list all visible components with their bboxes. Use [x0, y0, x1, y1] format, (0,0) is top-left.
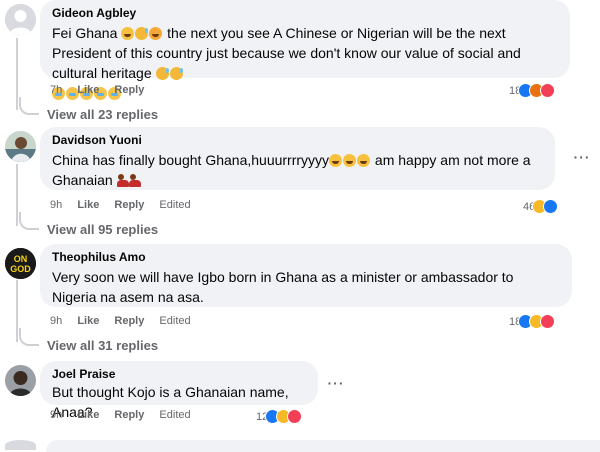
thread-line	[16, 38, 18, 110]
more-options-button[interactable]: ···	[326, 375, 346, 391]
view-replies-link[interactable]: View all 31 replies	[19, 328, 159, 353]
edited-label: Edited	[159, 409, 191, 421]
reaction-summary[interactable]: 18	[509, 83, 556, 98]
thread-corner	[19, 97, 39, 115]
comment-actions: 9h Like Reply Edited	[50, 315, 203, 327]
reply-button[interactable]: Reply	[114, 315, 144, 327]
reaction-summary[interactable]: 18	[509, 314, 556, 329]
grinning-emoji-icon	[357, 154, 371, 167]
love-icon	[540, 83, 556, 98]
sweat-emoji-icon	[135, 27, 149, 40]
avatar[interactable]	[5, 131, 36, 162]
comment-author[interactable]: Davidson Yuoni	[52, 133, 543, 147]
on-god-avatar-icon: ON GOD	[5, 248, 36, 279]
thread-line	[16, 164, 18, 226]
comment-text-part: Fei Ghana	[52, 25, 118, 41]
comment-text: China has finally bought Ghana,huuurrrry…	[52, 150, 543, 190]
comment-author[interactable]: Joel Praise	[52, 367, 306, 381]
like-icon	[543, 199, 559, 214]
view-replies-link[interactable]: View all 23 replies	[19, 97, 159, 122]
edited-label: Edited	[159, 199, 191, 211]
comment-time[interactable]: 7h	[50, 84, 62, 96]
like-button[interactable]: Like	[77, 199, 99, 211]
grinning-emoji-icon	[329, 154, 343, 167]
like-button[interactable]: Like	[77, 409, 99, 421]
grinning-emoji-icon	[343, 154, 357, 167]
comment-text: Very soon we will have Igbo born in Ghan…	[52, 269, 514, 305]
view-replies-label: View all 95 replies	[47, 222, 159, 237]
comment-author[interactable]: Gideon Agbley	[52, 6, 558, 20]
love-icon	[540, 314, 556, 329]
more-options-button[interactable]: ···	[572, 149, 592, 165]
comment-text-part: China has finally bought Ghana,huuurrrry…	[52, 152, 330, 168]
comment-time[interactable]: 9h	[50, 409, 62, 421]
svg-text:GOD: GOD	[10, 264, 31, 274]
bowing-person-emoji-icon	[128, 174, 141, 187]
reply-button[interactable]: Reply	[114, 84, 144, 96]
svg-text:ON: ON	[14, 254, 28, 264]
profile-photo	[5, 365, 36, 396]
reply-button[interactable]: Reply	[114, 409, 144, 421]
comment-input[interactable]	[46, 440, 600, 452]
profile-photo	[5, 131, 36, 162]
avatar[interactable]	[5, 4, 36, 35]
view-replies-label: View all 23 replies	[47, 107, 159, 122]
avatar[interactable]: ON GOD	[5, 248, 36, 279]
edited-label: Edited	[159, 315, 191, 327]
comment-bubble: Gideon Agbley Fei Ghana the next you see…	[40, 0, 570, 100]
thread-corner	[19, 212, 39, 230]
reaction-summary[interactable]: 46	[523, 199, 559, 214]
comment-time[interactable]: 9h	[50, 199, 62, 211]
love-icon	[287, 409, 303, 424]
sweat-emoji-icon	[155, 67, 169, 80]
comment-author[interactable]: Theophilus Amo	[52, 250, 560, 264]
thread-line	[16, 280, 18, 342]
default-avatar-icon	[5, 4, 36, 35]
like-button[interactable]: Like	[77, 315, 99, 327]
sweat-emoji-icon	[169, 67, 183, 80]
comment-time[interactable]: 9h	[50, 315, 62, 327]
view-replies-label: View all 31 replies	[47, 338, 159, 353]
like-button[interactable]: Like	[77, 84, 99, 96]
comment-actions: 7h Like Reply	[50, 84, 156, 96]
reaction-summary[interactable]: 12	[256, 409, 303, 424]
comment-bubble: Davidson Yuoni China has finally bought …	[40, 127, 555, 190]
thread-corner	[19, 328, 39, 346]
grin-sweat-emoji-icon	[121, 27, 135, 40]
laughing-emoji-icon	[149, 27, 163, 40]
bowing-person-emoji-icon	[116, 174, 129, 187]
reply-button[interactable]: Reply	[114, 199, 144, 211]
comment-actions: 9h Like Reply Edited	[50, 199, 203, 211]
comment-actions: 9h Like Reply Edited	[50, 409, 203, 421]
view-replies-link[interactable]: View all 95 replies	[19, 212, 159, 237]
comment-bubble: Theophilus Amo Very soon we will have Ig…	[40, 244, 572, 307]
avatar[interactable]	[5, 365, 36, 396]
composer-avatar	[5, 440, 36, 450]
comment-composer[interactable]	[0, 436, 600, 452]
comment-bubble: Joel Praise But thought Kojo is a Ghanai…	[40, 361, 318, 420]
